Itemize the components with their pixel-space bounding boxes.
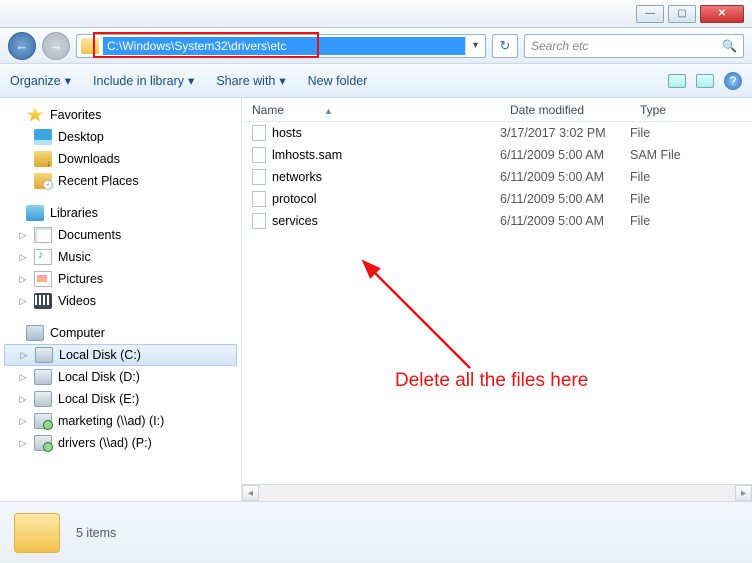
file-row[interactable]: hosts3/17/2017 3:02 PMFile: [242, 122, 752, 144]
star-icon: [26, 107, 44, 123]
horizontal-scrollbar[interactable]: ◂ ▸: [242, 484, 752, 501]
drive-icon: [35, 347, 53, 363]
organize-menu[interactable]: Organize ▾: [10, 73, 71, 88]
favorites-header[interactable]: Favorites: [0, 104, 241, 126]
recent-icon: [34, 173, 52, 189]
address-path[interactable]: C:\Windows\System32\drivers\etc: [103, 37, 465, 55]
command-toolbar: Organize ▾ Include in library ▾ Share wi…: [0, 64, 752, 98]
new-folder-button[interactable]: New folder: [308, 74, 368, 88]
file-row[interactable]: services6/11/2009 5:00 AMFile: [242, 210, 752, 232]
sidebar-item-pictures[interactable]: Pictures: [0, 268, 241, 290]
minimize-button[interactable]: —: [636, 5, 664, 23]
sidebar-item-documents[interactable]: Documents: [0, 224, 241, 246]
drive-icon: [34, 391, 52, 407]
network-drive-icon: [34, 413, 52, 429]
help-button[interactable]: ?: [724, 72, 742, 90]
sidebar-item-drive-c[interactable]: Local Disk (C:): [4, 344, 237, 366]
forward-button[interactable]: →: [42, 32, 70, 60]
column-date[interactable]: Date modified: [500, 103, 630, 117]
sidebar-item-downloads[interactable]: Downloads: [0, 148, 241, 170]
nav-bar: ← → C:\Windows\System32\drivers\etc ▾ ↻ …: [0, 28, 752, 64]
computer-header[interactable]: Computer: [0, 322, 241, 344]
column-name[interactable]: Name▲: [242, 103, 500, 117]
file-row[interactable]: lmhosts.sam6/11/2009 5:00 AMSAM File: [242, 144, 752, 166]
computer-icon: [26, 325, 44, 341]
file-icon: [252, 169, 266, 185]
column-headers[interactable]: Name▲ Date modified Type: [242, 98, 752, 122]
column-type[interactable]: Type: [630, 103, 752, 117]
search-placeholder: Search etc: [531, 39, 588, 53]
folder-icon: [81, 38, 99, 54]
address-dropdown[interactable]: ▾: [465, 35, 485, 57]
sidebar-item-recent[interactable]: Recent Places: [0, 170, 241, 192]
refresh-button[interactable]: ↻: [492, 34, 518, 58]
sidebar-item-videos[interactable]: Videos: [0, 290, 241, 312]
pictures-icon: [34, 271, 52, 287]
desktop-icon: [34, 129, 52, 145]
sidebar-item-drive-i[interactable]: marketing (\\ad) (I:): [0, 410, 241, 432]
maximize-button[interactable]: ▢: [668, 5, 696, 23]
file-icon: [252, 147, 266, 163]
libraries-header[interactable]: Libraries: [0, 202, 241, 224]
file-row[interactable]: networks6/11/2009 5:00 AMFile: [242, 166, 752, 188]
window-titlebar: — ▢ ✕: [0, 0, 752, 28]
sort-ascending-icon: ▲: [324, 106, 333, 116]
address-bar[interactable]: C:\Windows\System32\drivers\etc ▾: [76, 34, 486, 58]
music-icon: [34, 249, 52, 265]
documents-icon: [34, 227, 52, 243]
sidebar-item-drive-p[interactable]: drivers (\\ad) (P:): [0, 432, 241, 454]
file-row[interactable]: protocol6/11/2009 5:00 AMFile: [242, 188, 752, 210]
navigation-pane[interactable]: Favorites Desktop Downloads Recent Place…: [0, 98, 242, 501]
downloads-icon: [34, 151, 52, 167]
file-icon: [252, 213, 266, 229]
search-icon: 🔍: [722, 39, 737, 53]
videos-icon: [34, 293, 52, 309]
drive-icon: [34, 369, 52, 385]
libraries-icon: [26, 205, 44, 221]
sidebar-item-music[interactable]: Music: [0, 246, 241, 268]
sidebar-item-drive-d[interactable]: Local Disk (D:): [0, 366, 241, 388]
scroll-right-button[interactable]: ▸: [735, 485, 752, 501]
preview-pane-button[interactable]: [696, 74, 714, 88]
back-button[interactable]: ←: [8, 32, 36, 60]
share-with-menu[interactable]: Share with ▾: [216, 73, 285, 88]
sidebar-item-drive-e[interactable]: Local Disk (E:): [0, 388, 241, 410]
status-bar: 5 items: [0, 501, 752, 563]
search-input[interactable]: Search etc 🔍: [524, 34, 744, 58]
view-options-button[interactable]: [668, 74, 686, 88]
sidebar-item-desktop[interactable]: Desktop: [0, 126, 241, 148]
scroll-left-button[interactable]: ◂: [242, 485, 259, 501]
file-icon: [252, 125, 266, 141]
file-icon: [252, 191, 266, 207]
close-button[interactable]: ✕: [700, 5, 744, 23]
file-list-pane[interactable]: Name▲ Date modified Type hosts3/17/2017 …: [242, 98, 752, 501]
file-list: hosts3/17/2017 3:02 PMFile lmhosts.sam6/…: [242, 122, 752, 232]
include-library-menu[interactable]: Include in library ▾: [93, 73, 194, 88]
network-drive-icon: [34, 435, 52, 451]
